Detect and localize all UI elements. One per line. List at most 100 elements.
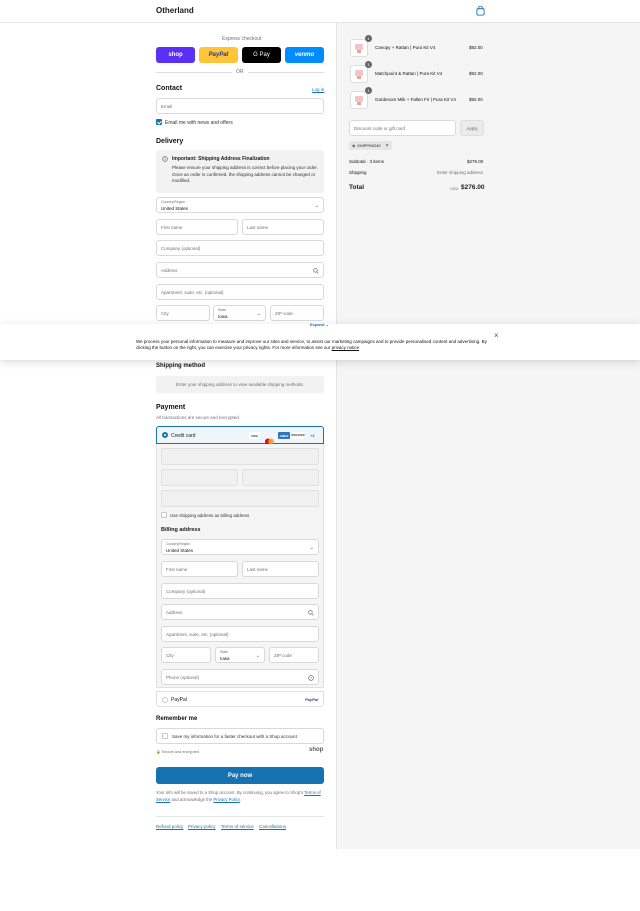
subtotal-label: Subtotal · 3 items — [349, 159, 385, 164]
discover-icon: DISCOVER — [291, 432, 305, 439]
header: Otherland — [0, 0, 640, 23]
use-shipping-label: Use shipping address as billing address — [170, 513, 250, 518]
cookie-text: We process your personal information to … — [136, 339, 487, 350]
billing-city-field[interactable]: City — [161, 647, 211, 663]
product-thumbnail — [350, 91, 368, 109]
terms-of-service-link[interactable]: Terms of service — [221, 824, 254, 829]
notice-body: Please ensure your shipping address is c… — [172, 165, 318, 183]
mastercard-icon — [264, 432, 275, 445]
shipping-label: Shipping — [349, 170, 367, 175]
shop-privacy-link[interactable]: Privacy Policy — [213, 797, 239, 802]
billing-country-select[interactable]: Country/Region United States ⌄ — [161, 539, 319, 555]
paypal-radio[interactable] — [162, 697, 168, 703]
country-select[interactable]: Country/Region United States ⌄ — [156, 197, 324, 213]
privacy-notice-link[interactable]: privacy notice — [332, 345, 360, 350]
shipping-method-heading: Shipping method — [156, 363, 205, 369]
billing-company-field[interactable]: Company (optional) — [161, 583, 319, 599]
expand-link[interactable]: Expand ⌄ — [310, 322, 329, 327]
remove-discount-icon[interactable]: × — [386, 143, 389, 149]
paypal-label: PayPal — [171, 697, 187, 703]
paypal-logo-icon: PayPal — [305, 697, 319, 702]
credit-card-option[interactable]: Credit card VISA AMEX DISCOVER +4 — [156, 426, 324, 445]
address-field[interactable]: Address — [156, 262, 324, 278]
quantity-badge: 1 — [365, 61, 372, 68]
divider-right — [248, 72, 324, 73]
cart-item-price: $92.00 — [469, 71, 483, 76]
billing-state-select[interactable]: State Iowa ⌄ — [215, 647, 265, 663]
contact-heading: Contact — [156, 85, 183, 92]
quantity-badge: 1 — [365, 35, 372, 42]
privacy-policy-link[interactable]: Privacy policy — [188, 824, 216, 829]
close-icon[interactable]: × — [494, 331, 499, 340]
billing-address-field[interactable]: Address — [161, 604, 319, 620]
company-field[interactable]: Company (optional) — [156, 240, 324, 256]
billing-phone-field[interactable]: Phone (optional) ? — [161, 669, 319, 685]
payment-heading: Payment — [156, 404, 186, 411]
name-on-card-field[interactable] — [161, 490, 319, 507]
help-icon[interactable]: ? — [308, 675, 314, 681]
express-checkout-label: Express checkout — [222, 36, 262, 42]
billing-apartment-field[interactable]: Apartment, suite, etc. (optional) — [161, 626, 319, 642]
credit-card-radio[interactable] — [162, 432, 168, 438]
login-link[interactable]: Log in — [312, 87, 324, 92]
currency-label: USD — [450, 186, 459, 191]
zip-field[interactable]: ZIP code — [270, 305, 324, 321]
billing-last-name-field[interactable]: Last name — [242, 561, 319, 577]
state-select[interactable]: State Iowa ⌄ — [213, 305, 266, 321]
search-icon — [313, 268, 319, 274]
quantity-badge: 1 — [365, 87, 372, 94]
security-code-field[interactable] — [242, 469, 319, 486]
paypal-option[interactable]: PayPal PayPal — [156, 691, 324, 707]
payment-subtitle: All transactions are secure and encrypte… — [156, 415, 241, 420]
shop-logo: shop — [309, 747, 324, 753]
chevron-down-icon: ⌄ — [314, 203, 319, 209]
checkout-page: Otherland Express checkout shop PayPal G… — [0, 0, 640, 911]
tag-icon: ⬗ — [352, 143, 356, 148]
city-field[interactable]: City — [156, 305, 210, 321]
apply-button[interactable]: Apply — [460, 120, 484, 136]
discount-field[interactable]: Discount code or gift card — [349, 120, 456, 136]
or-divider: OR — [236, 69, 244, 75]
last-name-field[interactable]: Last name — [242, 219, 324, 235]
card-number-field[interactable] — [161, 448, 319, 465]
cart-item-name: Matchpoint & Rattan | Pura Kit V4 — [375, 71, 443, 76]
use-shipping-checkbox[interactable] — [161, 512, 167, 518]
legal-text: Your info will be saved to a Shop accoun… — [156, 790, 321, 802]
paypal-button[interactable]: PayPal — [199, 47, 238, 63]
divider-left — [156, 72, 232, 73]
product-thumbnail — [350, 39, 368, 57]
apartment-field[interactable]: Apartment, suite, etc. (optional) — [156, 284, 324, 300]
delivery-heading: Delivery — [156, 138, 184, 145]
amex-icon: AMEX — [278, 432, 290, 439]
subtotal-value: $276.00 — [467, 159, 484, 164]
pay-now-button[interactable]: Pay now — [156, 767, 324, 784]
search-icon — [308, 610, 314, 616]
cancellations-link[interactable]: Cancellations — [259, 824, 286, 829]
shop-pay-button[interactable]: shop — [156, 47, 195, 63]
email-field[interactable]: Email — [156, 98, 324, 114]
cart-item-price: $92.00 — [469, 45, 483, 50]
first-name-field[interactable]: First name — [156, 219, 238, 235]
venmo-button[interactable]: venmo — [285, 47, 324, 63]
news-checkbox[interactable] — [156, 119, 162, 125]
svg-text:?: ? — [310, 676, 312, 680]
google-pay-button[interactable]: G Pay — [242, 47, 281, 63]
billing-heading: Billing address — [161, 527, 201, 533]
refund-policy-link[interactable]: Refund policy — [156, 824, 183, 829]
visa-icon: VISA — [249, 432, 260, 439]
remember-heading: Remember me — [156, 716, 198, 722]
shopping-bag-icon[interactable] — [476, 6, 485, 16]
chevron-down-icon: ⌄ — [309, 545, 314, 551]
news-label: Email me with news and offers — [165, 120, 233, 126]
total-label: Total — [349, 184, 365, 191]
notice-title: Important: Shipping Address Finalization — [172, 156, 270, 162]
total-value: $276.00 — [461, 184, 485, 191]
discount-tag-label: SHIPPING40 — [357, 143, 381, 148]
brand-logo[interactable]: Otherland — [156, 6, 194, 15]
expiry-field[interactable] — [161, 469, 238, 486]
billing-zip-field[interactable]: ZIP code — [269, 647, 319, 663]
billing-first-name-field[interactable]: First name — [161, 561, 238, 577]
remember-checkbox[interactable] — [162, 733, 168, 739]
chevron-down-icon: ⌄ — [256, 311, 261, 317]
info-icon — [162, 156, 168, 162]
